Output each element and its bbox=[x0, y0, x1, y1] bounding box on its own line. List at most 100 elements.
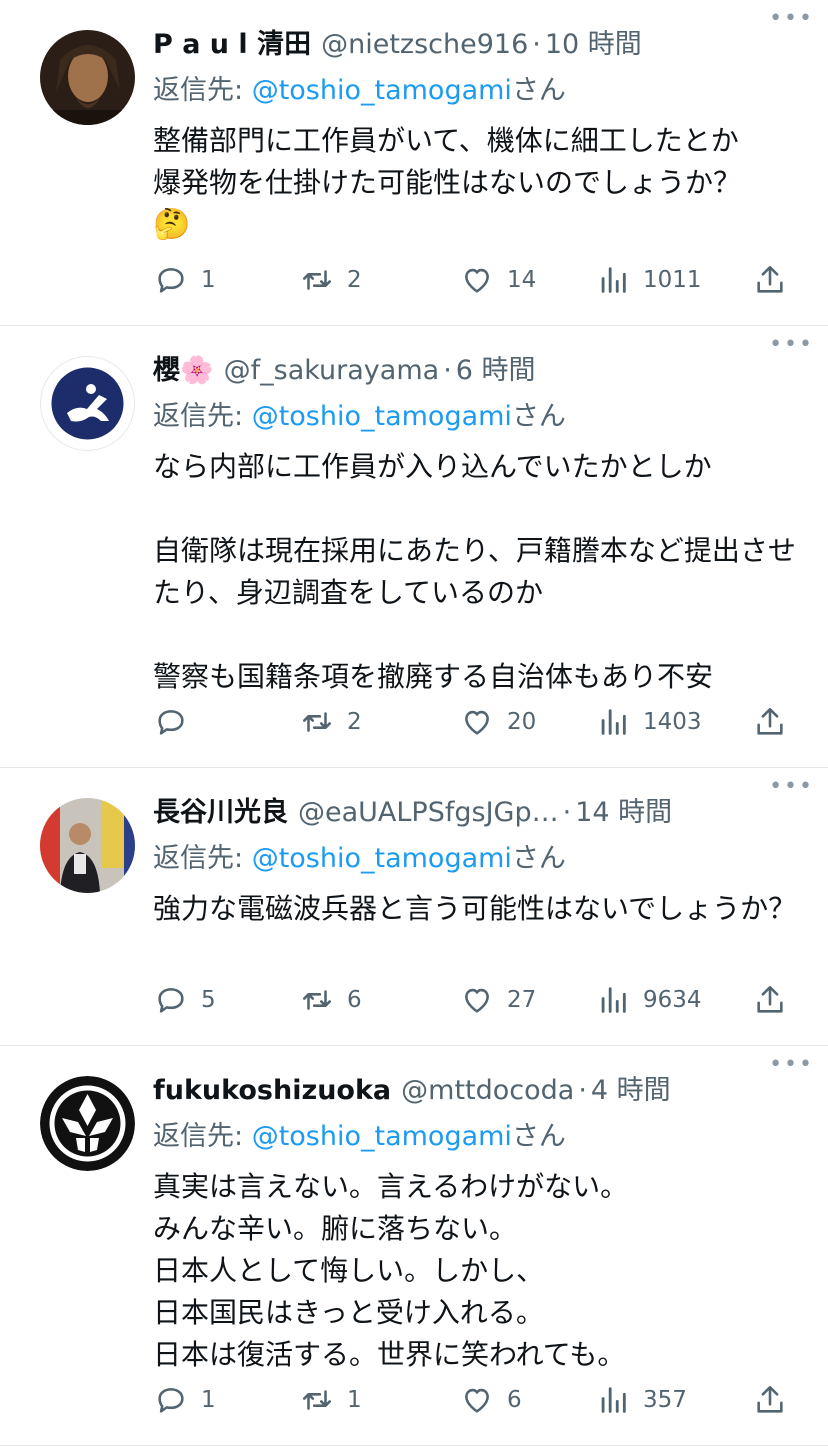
more-horizontal-icon[interactable]: ••• bbox=[769, 332, 814, 357]
share-button[interactable] bbox=[752, 1382, 788, 1418]
tweet-text-body: 整備部門に工作員がいて、機体に細工したとか 爆発物を仕掛けた可能性はないのでしょ… bbox=[153, 124, 742, 199]
reply-context: 返信先: @toshio_tamogamiさん bbox=[153, 840, 800, 878]
user-handle[interactable]: @nietzsche916 bbox=[321, 26, 528, 64]
views-button[interactable]: 1011 bbox=[595, 262, 752, 298]
tweet-header: 長谷川光良 @eaUALPSfgsJGp… · 14 時間 bbox=[153, 794, 800, 832]
heart-icon bbox=[459, 982, 495, 1018]
user-handle[interactable]: @eaUALPSfgsJGp… bbox=[298, 794, 559, 832]
share-upload-icon bbox=[752, 982, 788, 1018]
views-count: 1011 bbox=[643, 267, 702, 293]
like-count: 27 bbox=[507, 987, 537, 1013]
tweet-header: fukukoshizuoka @mttdocoda · 4 時間 bbox=[153, 1072, 800, 1110]
more-horizontal-icon[interactable]: ••• bbox=[769, 6, 814, 31]
retweet-button[interactable]: 1 bbox=[299, 1382, 459, 1418]
retweet-arrows-icon bbox=[299, 262, 335, 298]
reply-mention-link[interactable]: @toshio_tamogami bbox=[252, 843, 512, 874]
reply-button[interactable]: 1 bbox=[153, 262, 299, 298]
tweet-card[interactable]: 長谷川光良 @eaUALPSfgsJGp… · 14 時間 返信先: @tosh… bbox=[0, 768, 828, 1046]
display-name[interactable]: 長谷川光良 bbox=[153, 794, 288, 832]
action-bar: 5 6 27 9634 bbox=[153, 980, 788, 1020]
reply-bubble-icon bbox=[153, 1382, 189, 1418]
separator-dot: · bbox=[562, 797, 572, 828]
analytics-bars-icon bbox=[595, 262, 631, 298]
like-count: 14 bbox=[507, 267, 537, 293]
reply-suffix: さん bbox=[511, 1121, 566, 1152]
retweet-count: 1 bbox=[347, 1387, 362, 1413]
like-button[interactable]: 14 bbox=[459, 262, 595, 298]
more-horizontal-icon[interactable]: ••• bbox=[769, 774, 814, 799]
separator-dot: · bbox=[578, 1075, 587, 1106]
views-count: 1403 bbox=[643, 709, 702, 735]
reply-bubble-icon bbox=[153, 982, 189, 1018]
heart-icon bbox=[459, 1382, 495, 1418]
avatar[interactable] bbox=[40, 30, 135, 125]
timestamp[interactable]: 6 時間 bbox=[456, 352, 536, 390]
timestamp[interactable]: 14 時間 bbox=[575, 794, 672, 832]
tweet-card[interactable]: fukukoshizuoka @mttdocoda · 4 時間 返信先: @t… bbox=[0, 1046, 828, 1446]
tweet-card[interactable]: 櫻🌸 @f_sakurayama · 6 時間 返信先: @toshio_tam… bbox=[0, 326, 828, 768]
reply-context: 返信先: @toshio_tamogamiさん bbox=[153, 398, 800, 436]
retweet-button[interactable]: 2 bbox=[299, 704, 459, 740]
timestamp[interactable]: 4 時間 bbox=[591, 1072, 671, 1110]
reply-count: 1 bbox=[201, 1387, 216, 1413]
display-name[interactable]: 櫻🌸 bbox=[153, 352, 214, 390]
retweet-arrows-icon bbox=[299, 1382, 335, 1418]
reply-suffix: さん bbox=[511, 843, 566, 874]
display-name[interactable]: fukukoshizuoka bbox=[153, 1072, 391, 1110]
separator-dot: · bbox=[443, 355, 452, 386]
action-bar: 2 20 1403 bbox=[153, 702, 788, 742]
reply-prefix: 返信先: bbox=[153, 401, 252, 432]
reply-prefix: 返信先: bbox=[153, 75, 252, 106]
views-button[interactable]: 1403 bbox=[595, 704, 752, 740]
like-button[interactable]: 6 bbox=[459, 1382, 595, 1418]
views-button[interactable]: 9634 bbox=[595, 982, 752, 1018]
heart-icon bbox=[459, 704, 495, 740]
retweet-arrows-icon bbox=[299, 704, 335, 740]
reply-mention-link[interactable]: @toshio_tamogami bbox=[252, 401, 512, 432]
more-horizontal-icon[interactable]: ••• bbox=[769, 1052, 814, 1077]
retweet-count: 2 bbox=[347, 267, 362, 293]
heart-icon bbox=[459, 262, 495, 298]
reply-mention-link[interactable]: @toshio_tamogami bbox=[252, 1121, 512, 1152]
reply-mention-link[interactable]: @toshio_tamogami bbox=[252, 75, 512, 106]
reply-count: 1 bbox=[201, 267, 216, 293]
reply-context: 返信先: @toshio_tamogamiさん bbox=[153, 72, 800, 110]
like-button[interactable]: 20 bbox=[459, 704, 595, 740]
reply-bubble-icon bbox=[153, 704, 189, 740]
reply-context: 返信先: @toshio_tamogamiさん bbox=[153, 1118, 800, 1156]
display-name[interactable]: P a u l 清田 bbox=[153, 26, 311, 64]
analytics-bars-icon bbox=[595, 1382, 631, 1418]
reply-prefix: 返信先: bbox=[153, 1121, 252, 1152]
reply-button[interactable]: 5 bbox=[153, 982, 299, 1018]
reply-button[interactable] bbox=[153, 704, 299, 740]
avatar[interactable] bbox=[40, 1076, 135, 1171]
tweet-text: なら内部に工作員が入り込んでいたかとしか 自衛隊は現在採用にあたり、戸籍謄本など… bbox=[153, 450, 796, 693]
user-handle[interactable]: @mttdocoda bbox=[401, 1072, 574, 1110]
user-handle[interactable]: @f_sakurayama bbox=[224, 352, 440, 390]
tweet-text: 強力な電磁波兵器と言う可能性はないでしょうか？ bbox=[153, 892, 797, 925]
tweet-header: 櫻🌸 @f_sakurayama · 6 時間 bbox=[153, 352, 800, 390]
like-count: 6 bbox=[507, 1387, 522, 1413]
like-button[interactable]: 27 bbox=[459, 982, 595, 1018]
action-bar: 1 2 14 1011 bbox=[153, 260, 788, 300]
share-button[interactable] bbox=[752, 982, 788, 1018]
avatar[interactable] bbox=[40, 798, 135, 893]
share-button[interactable] bbox=[752, 262, 788, 298]
share-button[interactable] bbox=[752, 704, 788, 740]
views-button[interactable]: 357 bbox=[595, 1382, 752, 1418]
tweet-text: 整備部門に工作員がいて、機体に細工したとか 爆発物を仕掛けた可能性はないのでしょ… bbox=[153, 120, 800, 246]
retweet-button[interactable]: 2 bbox=[299, 262, 459, 298]
reply-button[interactable]: 1 bbox=[153, 1382, 299, 1418]
reply-suffix: さん bbox=[511, 75, 566, 106]
views-count: 9634 bbox=[643, 987, 702, 1013]
separator-dot: · bbox=[532, 29, 541, 60]
share-upload-icon bbox=[752, 262, 788, 298]
retweet-count: 6 bbox=[347, 987, 362, 1013]
analytics-bars-icon bbox=[595, 982, 631, 1018]
avatar[interactable] bbox=[40, 356, 135, 451]
timestamp[interactable]: 10 時間 bbox=[545, 26, 642, 64]
views-count: 357 bbox=[643, 1387, 687, 1413]
action-bar: 1 1 6 357 bbox=[153, 1380, 788, 1420]
tweet-card[interactable]: P a u l 清田 @nietzsche916 · 10 時間 返信先: @t… bbox=[0, 0, 828, 326]
retweet-button[interactable]: 6 bbox=[299, 982, 459, 1018]
